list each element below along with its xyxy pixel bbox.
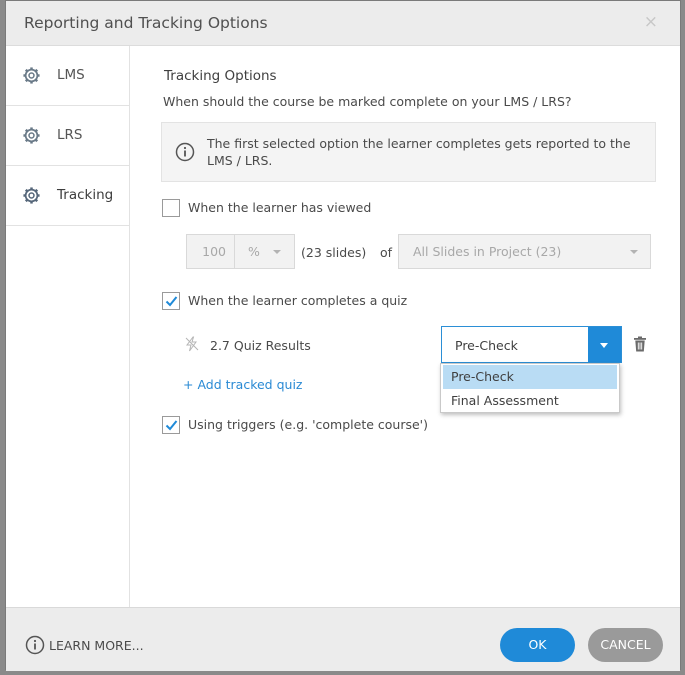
percent-unit-select[interactable]: % — [235, 234, 295, 269]
sidebar-item-label: Tracking — [57, 187, 114, 203]
quiz-checkbox[interactable] — [162, 292, 180, 310]
dialog-title: Reporting and Tracking Options — [24, 14, 268, 32]
quiz-select-value: Pre-Check — [455, 338, 518, 353]
trash-icon[interactable] — [633, 336, 647, 352]
gear-icon — [23, 127, 40, 144]
quiz-select-toggle[interactable] — [588, 327, 621, 362]
quiz-select[interactable]: Pre-Check — [441, 326, 622, 363]
dropdown-option-pre-check[interactable]: Pre-Check — [443, 365, 617, 389]
ok-button[interactable]: OK — [500, 628, 575, 662]
info-text: The first selected option the learner co… — [207, 136, 631, 168]
viewed-label: When the learner has viewed — [188, 200, 372, 215]
add-tracked-quiz-link[interactable]: + Add tracked quiz — [183, 377, 302, 392]
info-icon — [175, 142, 195, 162]
sidebar-item-lms[interactable]: LMS — [6, 46, 129, 106]
of-label: of — [380, 245, 393, 260]
tracking-panel: Tracking Options When should the course … — [131, 46, 681, 607]
sidebar-item-label: LRS — [57, 127, 83, 143]
info-box: The first selected option the learner co… — [161, 122, 656, 182]
dialog-titlebar: Reporting and Tracking Options × — [6, 1, 680, 46]
triggers-label: Using triggers (e.g. 'complete course') — [188, 417, 428, 432]
percent-unit-value: % — [248, 244, 260, 259]
reporting-dialog: Reporting and Tracking Options × LMS LRS… — [5, 0, 681, 671]
dialog-footer: LEARN MORE... OK CANCEL — [6, 607, 680, 671]
info-icon — [25, 635, 45, 655]
slides-count: (23 slides) — [301, 245, 367, 260]
sidebar-item-label: LMS — [57, 67, 85, 83]
cancel-button[interactable]: CANCEL — [588, 628, 663, 662]
slides-select[interactable]: All Slides in Project (23) — [398, 234, 651, 269]
checkmark-icon — [165, 420, 178, 431]
quiz-result-icon — [185, 336, 199, 352]
sidebar-item-tracking[interactable]: Tracking — [6, 166, 129, 226]
chevron-down-icon — [273, 250, 281, 254]
section-title: Tracking Options — [164, 68, 277, 84]
section-question: When should the course be marked complet… — [163, 94, 572, 109]
sidebar: LMS LRS Tracking — [6, 46, 130, 607]
percent-input[interactable]: 100 — [186, 234, 235, 269]
chevron-down-icon — [630, 250, 638, 254]
sidebar-item-lrs[interactable]: LRS — [6, 106, 129, 166]
close-icon[interactable]: × — [644, 12, 658, 32]
learn-more-link[interactable]: LEARN MORE... — [49, 638, 144, 653]
slides-select-value: All Slides in Project (23) — [413, 244, 562, 259]
dropdown-option-final-assessment[interactable]: Final Assessment — [441, 389, 619, 413]
viewed-checkbox[interactable] — [162, 199, 180, 217]
quiz-dropdown-menu: Pre-Check Final Assessment — [440, 363, 620, 413]
chevron-down-icon — [600, 343, 608, 348]
checkmark-icon — [165, 296, 178, 307]
triggers-checkbox[interactable] — [162, 416, 180, 434]
gear-icon — [23, 67, 40, 84]
quiz-label: When the learner completes a quiz — [188, 293, 408, 308]
gear-icon — [23, 187, 40, 204]
quiz-name: 2.7 Quiz Results — [210, 338, 311, 353]
